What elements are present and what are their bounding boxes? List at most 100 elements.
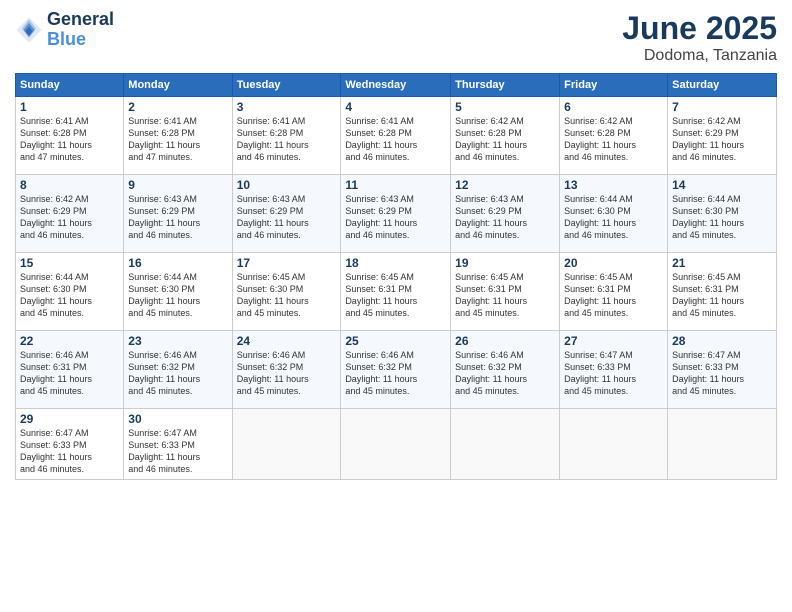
table-row: 4Sunrise: 6:41 AMSunset: 6:28 PMDaylight… bbox=[341, 97, 451, 175]
table-row: 6Sunrise: 6:42 AMSunset: 6:28 PMDaylight… bbox=[560, 97, 668, 175]
table-row bbox=[232, 409, 341, 480]
day-number: 6 bbox=[564, 100, 663, 114]
day-number: 3 bbox=[237, 100, 337, 114]
table-row bbox=[560, 409, 668, 480]
day-info: Sunrise: 6:46 AMSunset: 6:31 PMDaylight:… bbox=[20, 349, 119, 398]
table-row: 10Sunrise: 6:43 AMSunset: 6:29 PMDayligh… bbox=[232, 175, 341, 253]
table-row: 18Sunrise: 6:45 AMSunset: 6:31 PMDayligh… bbox=[341, 253, 451, 331]
table-row: 26Sunrise: 6:46 AMSunset: 6:32 PMDayligh… bbox=[451, 331, 560, 409]
logo-icon bbox=[15, 16, 43, 44]
day-info: Sunrise: 6:45 AMSunset: 6:31 PMDaylight:… bbox=[455, 271, 555, 320]
table-row: 21Sunrise: 6:45 AMSunset: 6:31 PMDayligh… bbox=[668, 253, 777, 331]
table-row: 20Sunrise: 6:45 AMSunset: 6:31 PMDayligh… bbox=[560, 253, 668, 331]
day-info: Sunrise: 6:43 AMSunset: 6:29 PMDaylight:… bbox=[128, 193, 227, 242]
day-info: Sunrise: 6:43 AMSunset: 6:29 PMDaylight:… bbox=[455, 193, 555, 242]
day-info: Sunrise: 6:45 AMSunset: 6:30 PMDaylight:… bbox=[237, 271, 337, 320]
header: GeneralBlue June 2025 Dodoma, Tanzania bbox=[15, 10, 777, 65]
table-row: 2Sunrise: 6:41 AMSunset: 6:28 PMDaylight… bbox=[124, 97, 232, 175]
day-info: Sunrise: 6:41 AMSunset: 6:28 PMDaylight:… bbox=[128, 115, 227, 164]
day-info: Sunrise: 6:41 AMSunset: 6:28 PMDaylight:… bbox=[20, 115, 119, 164]
table-row: 8Sunrise: 6:42 AMSunset: 6:29 PMDaylight… bbox=[16, 175, 124, 253]
month-title: June 2025 bbox=[622, 10, 777, 47]
day-number: 23 bbox=[128, 334, 227, 348]
day-number: 27 bbox=[564, 334, 663, 348]
day-info: Sunrise: 6:42 AMSunset: 6:28 PMDaylight:… bbox=[564, 115, 663, 164]
table-row: 29Sunrise: 6:47 AMSunset: 6:33 PMDayligh… bbox=[16, 409, 124, 480]
day-number: 26 bbox=[455, 334, 555, 348]
col-thursday: Thursday bbox=[451, 74, 560, 97]
day-number: 13 bbox=[564, 178, 663, 192]
day-info: Sunrise: 6:45 AMSunset: 6:31 PMDaylight:… bbox=[672, 271, 772, 320]
day-info: Sunrise: 6:47 AMSunset: 6:33 PMDaylight:… bbox=[672, 349, 772, 398]
title-block: June 2025 Dodoma, Tanzania bbox=[622, 10, 777, 65]
table-row bbox=[668, 409, 777, 480]
day-number: 25 bbox=[345, 334, 446, 348]
day-number: 18 bbox=[345, 256, 446, 270]
day-number: 9 bbox=[128, 178, 227, 192]
day-info: Sunrise: 6:46 AMSunset: 6:32 PMDaylight:… bbox=[455, 349, 555, 398]
logo: GeneralBlue bbox=[15, 10, 114, 50]
col-tuesday: Tuesday bbox=[232, 74, 341, 97]
table-row: 5Sunrise: 6:42 AMSunset: 6:28 PMDaylight… bbox=[451, 97, 560, 175]
table-row: 12Sunrise: 6:43 AMSunset: 6:29 PMDayligh… bbox=[451, 175, 560, 253]
table-row: 15Sunrise: 6:44 AMSunset: 6:30 PMDayligh… bbox=[16, 253, 124, 331]
calendar-table: Sunday Monday Tuesday Wednesday Thursday… bbox=[15, 73, 777, 480]
day-number: 10 bbox=[237, 178, 337, 192]
day-number: 15 bbox=[20, 256, 119, 270]
table-row: 19Sunrise: 6:45 AMSunset: 6:31 PMDayligh… bbox=[451, 253, 560, 331]
day-info: Sunrise: 6:43 AMSunset: 6:29 PMDaylight:… bbox=[237, 193, 337, 242]
logo-blue-text: Blue bbox=[47, 29, 86, 49]
day-number: 4 bbox=[345, 100, 446, 114]
day-number: 28 bbox=[672, 334, 772, 348]
table-row: 14Sunrise: 6:44 AMSunset: 6:30 PMDayligh… bbox=[668, 175, 777, 253]
day-number: 20 bbox=[564, 256, 663, 270]
day-info: Sunrise: 6:46 AMSunset: 6:32 PMDaylight:… bbox=[345, 349, 446, 398]
table-row: 28Sunrise: 6:47 AMSunset: 6:33 PMDayligh… bbox=[668, 331, 777, 409]
table-row: 3Sunrise: 6:41 AMSunset: 6:28 PMDaylight… bbox=[232, 97, 341, 175]
col-sunday: Sunday bbox=[16, 74, 124, 97]
table-row: 25Sunrise: 6:46 AMSunset: 6:32 PMDayligh… bbox=[341, 331, 451, 409]
day-number: 11 bbox=[345, 178, 446, 192]
day-number: 30 bbox=[128, 412, 227, 426]
day-info: Sunrise: 6:44 AMSunset: 6:30 PMDaylight:… bbox=[128, 271, 227, 320]
day-info: Sunrise: 6:44 AMSunset: 6:30 PMDaylight:… bbox=[672, 193, 772, 242]
day-info: Sunrise: 6:47 AMSunset: 6:33 PMDaylight:… bbox=[564, 349, 663, 398]
day-number: 5 bbox=[455, 100, 555, 114]
table-row: 23Sunrise: 6:46 AMSunset: 6:32 PMDayligh… bbox=[124, 331, 232, 409]
day-number: 14 bbox=[672, 178, 772, 192]
day-info: Sunrise: 6:45 AMSunset: 6:31 PMDaylight:… bbox=[345, 271, 446, 320]
day-info: Sunrise: 6:43 AMSunset: 6:29 PMDaylight:… bbox=[345, 193, 446, 242]
table-row: 11Sunrise: 6:43 AMSunset: 6:29 PMDayligh… bbox=[341, 175, 451, 253]
col-saturday: Saturday bbox=[668, 74, 777, 97]
table-row: 30Sunrise: 6:47 AMSunset: 6:33 PMDayligh… bbox=[124, 409, 232, 480]
day-info: Sunrise: 6:42 AMSunset: 6:29 PMDaylight:… bbox=[672, 115, 772, 164]
day-number: 17 bbox=[237, 256, 337, 270]
table-row: 24Sunrise: 6:46 AMSunset: 6:32 PMDayligh… bbox=[232, 331, 341, 409]
table-row: 9Sunrise: 6:43 AMSunset: 6:29 PMDaylight… bbox=[124, 175, 232, 253]
day-info: Sunrise: 6:47 AMSunset: 6:33 PMDaylight:… bbox=[128, 427, 227, 476]
page: GeneralBlue June 2025 Dodoma, Tanzania S… bbox=[0, 0, 792, 612]
location-title: Dodoma, Tanzania bbox=[622, 47, 777, 65]
day-info: Sunrise: 6:41 AMSunset: 6:28 PMDaylight:… bbox=[345, 115, 446, 164]
table-row: 16Sunrise: 6:44 AMSunset: 6:30 PMDayligh… bbox=[124, 253, 232, 331]
col-monday: Monday bbox=[124, 74, 232, 97]
day-info: Sunrise: 6:42 AMSunset: 6:29 PMDaylight:… bbox=[20, 193, 119, 242]
day-info: Sunrise: 6:42 AMSunset: 6:28 PMDaylight:… bbox=[455, 115, 555, 164]
table-row: 27Sunrise: 6:47 AMSunset: 6:33 PMDayligh… bbox=[560, 331, 668, 409]
day-info: Sunrise: 6:46 AMSunset: 6:32 PMDaylight:… bbox=[237, 349, 337, 398]
day-info: Sunrise: 6:41 AMSunset: 6:28 PMDaylight:… bbox=[237, 115, 337, 164]
table-row: 22Sunrise: 6:46 AMSunset: 6:31 PMDayligh… bbox=[16, 331, 124, 409]
calendar-header-row: Sunday Monday Tuesday Wednesday Thursday… bbox=[16, 74, 777, 97]
logo-text: GeneralBlue bbox=[47, 10, 114, 50]
table-row: 1Sunrise: 6:41 AMSunset: 6:28 PMDaylight… bbox=[16, 97, 124, 175]
table-row bbox=[451, 409, 560, 480]
day-number: 22 bbox=[20, 334, 119, 348]
day-info: Sunrise: 6:46 AMSunset: 6:32 PMDaylight:… bbox=[128, 349, 227, 398]
day-info: Sunrise: 6:44 AMSunset: 6:30 PMDaylight:… bbox=[20, 271, 119, 320]
day-info: Sunrise: 6:47 AMSunset: 6:33 PMDaylight:… bbox=[20, 427, 119, 476]
day-number: 29 bbox=[20, 412, 119, 426]
table-row: 13Sunrise: 6:44 AMSunset: 6:30 PMDayligh… bbox=[560, 175, 668, 253]
table-row: 17Sunrise: 6:45 AMSunset: 6:30 PMDayligh… bbox=[232, 253, 341, 331]
day-info: Sunrise: 6:44 AMSunset: 6:30 PMDaylight:… bbox=[564, 193, 663, 242]
day-number: 24 bbox=[237, 334, 337, 348]
